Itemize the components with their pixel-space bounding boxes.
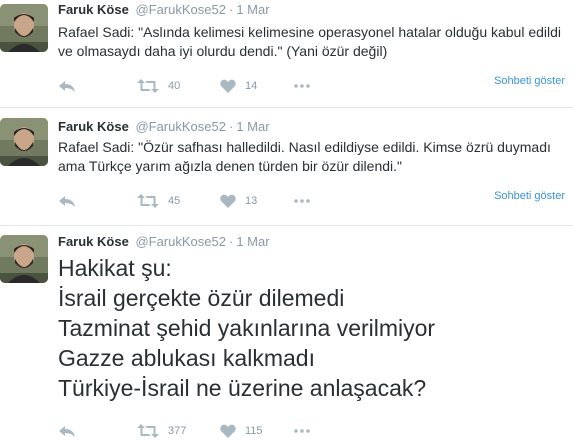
more-button[interactable]: [294, 76, 310, 96]
retweet-icon: [137, 194, 159, 208]
timestamp[interactable]: 1 Mar: [236, 2, 269, 17]
retweet-button[interactable]: 377: [137, 421, 186, 441]
more-icon: [294, 199, 310, 203]
like-button[interactable]: 115: [220, 421, 263, 441]
like-count: 14: [245, 80, 258, 92]
like-button[interactable]: 14: [220, 76, 257, 96]
like-count: 13: [245, 195, 258, 207]
retweet-icon: [137, 424, 159, 438]
tweet-text: Rafael Sadi: "Aslında kelimesi kelimesin…: [58, 24, 562, 59]
separator: ·: [228, 119, 234, 134]
tweet-text: Rafael Sadi: "Özür safhası halledildi. N…: [58, 139, 551, 174]
more-icon: [294, 84, 310, 88]
heart-icon: [220, 194, 236, 208]
timestamp[interactable]: 1 Mar: [236, 234, 269, 249]
show-conversation-link[interactable]: Sohbeti göster: [494, 190, 565, 202]
more-button[interactable]: [294, 191, 310, 211]
heart-icon: [220, 79, 236, 93]
tweet[interactable]: Faruk Köse @FarukKose52 · 1 Mar Rafael Sad…: [0, 0, 573, 108]
tweet[interactable]: Faruk Köse @FarukKose52 · 1 Mar Rafael Sad…: [0, 108, 573, 226]
reply-button[interactable]: [58, 421, 76, 441]
avatar[interactable]: [0, 235, 48, 283]
retweet-count: 377: [168, 425, 187, 437]
reply-button[interactable]: [58, 76, 76, 96]
retweet-count: 40: [168, 80, 181, 92]
author-name[interactable]: Faruk Köse: [58, 2, 129, 17]
more-button[interactable]: [294, 421, 310, 441]
more-icon: [294, 429, 310, 433]
author-handle[interactable]: @FarukKose52: [135, 119, 226, 134]
heart-icon: [220, 424, 236, 438]
retweet-count: 45: [168, 195, 181, 207]
reply-button[interactable]: [58, 191, 76, 211]
like-count: 115: [245, 425, 263, 437]
avatar[interactable]: [0, 118, 48, 166]
author-name[interactable]: Faruk Köse: [58, 119, 129, 134]
separator: ·: [228, 234, 234, 249]
timestamp[interactable]: 1 Mar: [236, 119, 269, 134]
tweet-header: Faruk Köse @FarukKose52 · 1 Mar: [58, 119, 270, 135]
author-name[interactable]: Faruk Köse: [58, 234, 129, 249]
retweet-icon: [137, 79, 159, 93]
reply-icon: [58, 424, 76, 438]
author-handle[interactable]: @FarukKose52: [135, 234, 226, 249]
reply-icon: [58, 79, 76, 93]
like-button[interactable]: 13: [220, 191, 257, 211]
show-conversation-link[interactable]: Sohbeti göster: [494, 75, 565, 87]
retweet-button[interactable]: 40: [137, 76, 180, 96]
retweet-button[interactable]: 45: [137, 191, 180, 211]
tweet[interactable]: Faruk Köse @FarukKose52 · 1 Mar Hakikat şu…: [0, 226, 573, 442]
avatar[interactable]: [0, 4, 48, 52]
reply-icon: [58, 194, 76, 208]
tweet-header: Faruk Köse @FarukKose52 · 1 Mar: [58, 234, 270, 250]
tweet-text: Hakikat şu: İsrail gerçekte özür dilemed…: [58, 255, 436, 401]
separator: ·: [228, 2, 234, 17]
tweet-header: Faruk Köse @FarukKose52 · 1 Mar: [58, 2, 270, 18]
author-handle[interactable]: @FarukKose52: [135, 2, 226, 17]
